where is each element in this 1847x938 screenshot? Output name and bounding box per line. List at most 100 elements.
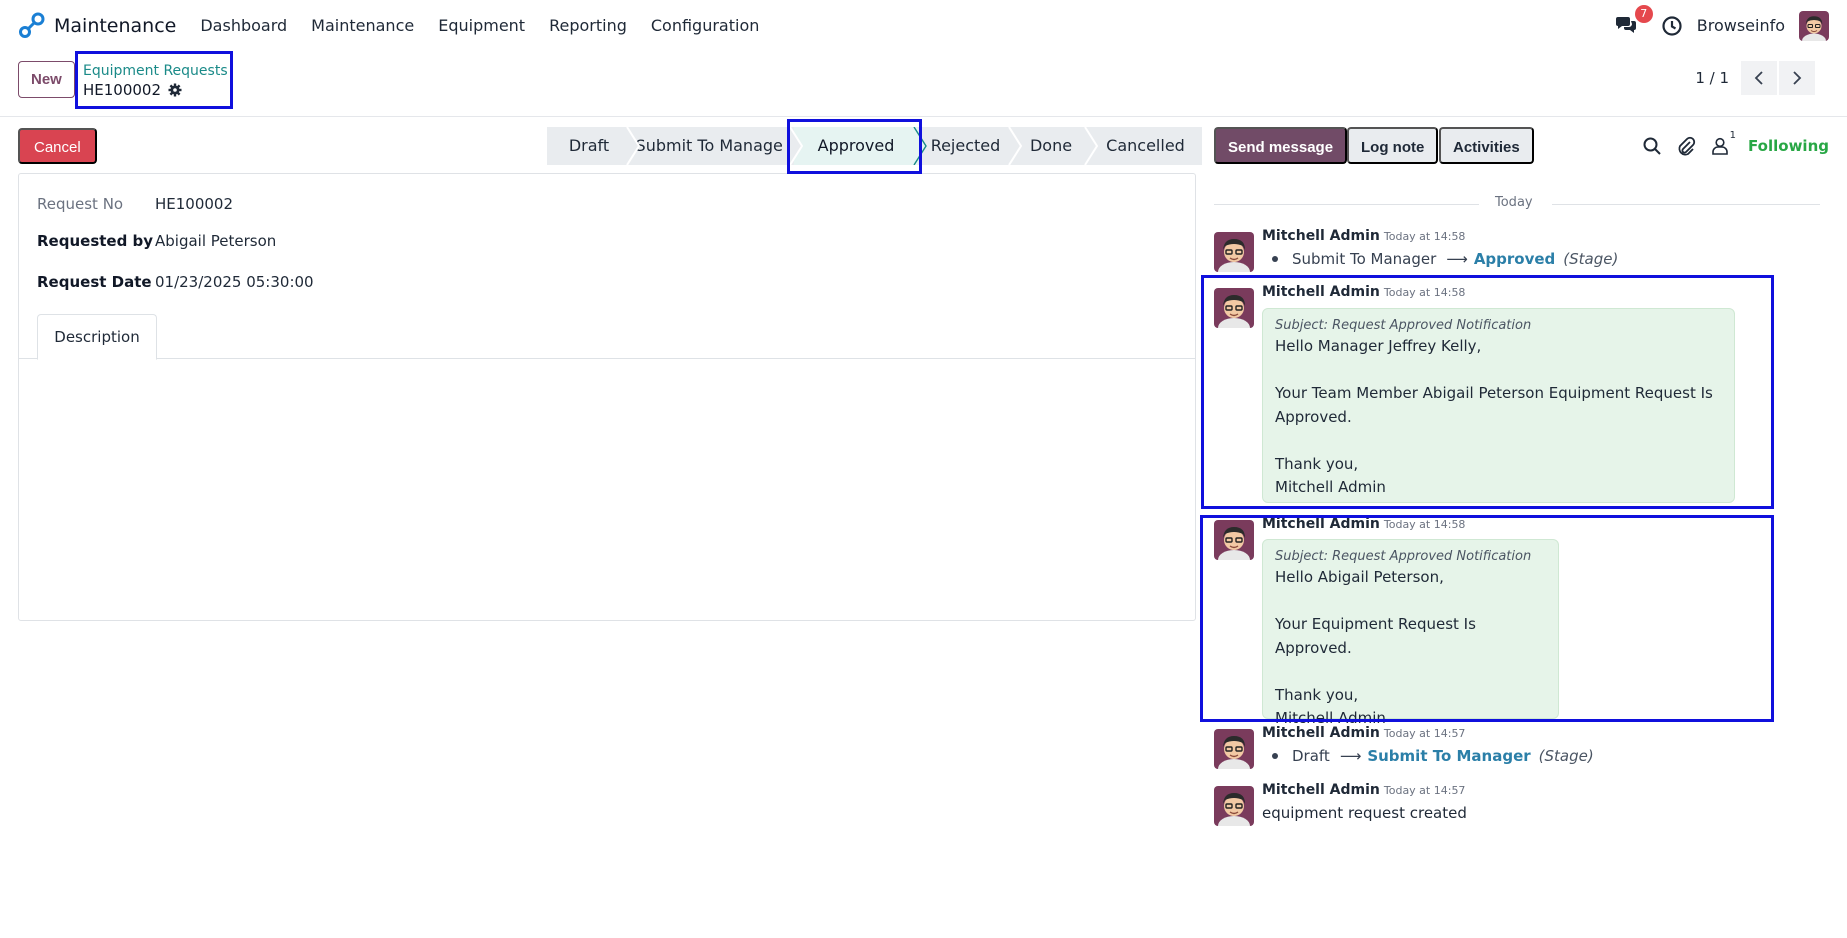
stage-rejected[interactable]: Rejected — [918, 127, 1023, 165]
author-avatar[interactable] — [1214, 729, 1254, 769]
author-avatar[interactable] — [1214, 520, 1254, 560]
message-time: Today at 14:58 — [1383, 230, 1466, 243]
menu-dashboard[interactable]: Dashboard — [200, 16, 287, 35]
paperclip-icon[interactable] — [1676, 136, 1696, 156]
user-icon — [1712, 137, 1728, 155]
stage-cancelled-label: Cancelled — [1106, 136, 1185, 155]
pager-next-button[interactable] — [1779, 61, 1815, 95]
author-avatar[interactable] — [1214, 786, 1254, 826]
tracking-old-value: Draft — [1292, 747, 1330, 765]
message-line: Mitchell Admin — [1275, 478, 1386, 496]
pager: 1 / 1 — [1695, 61, 1815, 95]
message-author: Mitchell Admin Today at 14:57 — [1262, 725, 1465, 741]
record-name: HE100002 — [83, 81, 162, 99]
author-name[interactable]: Mitchell Admin — [1262, 284, 1380, 300]
requested-by-field[interactable]: Abigail Peterson — [155, 232, 276, 250]
stage-draft-label: Draft — [568, 136, 610, 155]
day-separator: Today — [1214, 194, 1820, 214]
author-avatar[interactable] — [1214, 288, 1254, 328]
author-avatar[interactable] — [1214, 232, 1254, 272]
gear-icon[interactable] — [168, 83, 182, 97]
log-note-button[interactable]: Log note — [1347, 127, 1439, 164]
form-sheet: Request No HE100002 Requested by Abigail… — [18, 173, 1196, 621]
request-date-label: Request Date — [37, 273, 152, 291]
author-name[interactable]: Mitchell Admin — [1262, 228, 1380, 244]
menu-equipment[interactable]: Equipment — [438, 16, 525, 35]
message-author: Mitchell Admin Today at 14:58 — [1262, 228, 1465, 244]
author-name[interactable]: Mitchell Admin — [1262, 516, 1380, 532]
bullet-icon — [1272, 256, 1278, 262]
menu-configuration[interactable]: Configuration — [651, 16, 760, 35]
breadcrumb-parent-link[interactable]: Equipment Requests — [83, 63, 228, 79]
stage-draft[interactable]: Draft — [547, 127, 641, 165]
tracking-value: Draft ⟶ Submit To Manager (Stage) — [1272, 747, 1594, 765]
user-avatar-icon — [1799, 10, 1829, 41]
control-panel: New Equipment Requests HE100002 1 / 1 — [0, 51, 1847, 117]
messages-button[interactable]: 7 — [1615, 4, 1653, 39]
author-avatar-icon — [1214, 786, 1254, 826]
tracking-new-value: Approved — [1473, 250, 1556, 268]
pager-value[interactable]: 1 / 1 — [1695, 69, 1729, 87]
menu-maintenance[interactable]: Maintenance — [311, 16, 414, 35]
stage-submit-to-manager[interactable]: Submit To Manager — [631, 127, 804, 165]
message-line: Your Equipment Request Is Approved. — [1275, 615, 1476, 657]
search-icon[interactable] — [1642, 136, 1662, 156]
user-avatar[interactable] — [1799, 10, 1829, 41]
message-line: Thank you, — [1275, 685, 1359, 704]
arrow-right-icon: ⟶ — [1446, 250, 1468, 268]
author-avatar-icon — [1214, 729, 1254, 769]
stage-rejected-label: Rejected — [930, 136, 1001, 155]
requested-by-label: Requested by — [37, 232, 154, 250]
pager-previous-button[interactable] — [1741, 61, 1777, 95]
message-line: Your Team Member Abigail Peterson Equipm… — [1275, 384, 1713, 426]
stage-separator — [1079, 127, 1099, 165]
tracking-new-value: Submit To Manager — [1367, 747, 1531, 765]
activity-clock-icon[interactable] — [1661, 15, 1683, 37]
message-author: Mitchell Admin Today at 14:58 — [1262, 516, 1465, 532]
day-line-left — [1214, 204, 1479, 205]
day-label: Today — [1495, 195, 1533, 210]
breadcrumb-current: HE100002 — [83, 81, 182, 99]
stage-cancelled[interactable]: Cancelled — [1089, 127, 1202, 165]
chevron-right-icon — [1793, 71, 1802, 85]
message-author: Mitchell Admin Today at 14:57 — [1262, 782, 1465, 798]
stage-separator — [1003, 127, 1023, 165]
notification-badge: 7 — [1634, 4, 1653, 23]
stage-submit-label: Submit To Manager — [635, 136, 790, 155]
approved-stage-highlight — [787, 119, 922, 174]
tracking-field-name: (Stage) — [1563, 250, 1619, 268]
top-navbar: Maintenance Dashboard Maintenance Equipm… — [0, 0, 1847, 51]
menu-reporting[interactable]: Reporting — [549, 16, 627, 35]
message-time: Today at 14:57 — [1383, 784, 1466, 797]
author-name[interactable]: Mitchell Admin — [1262, 725, 1380, 741]
message-line: Hello Manager Jeffrey Kelly, — [1275, 337, 1482, 355]
followers-button[interactable]: 1 — [1710, 130, 1736, 156]
message-bubble: Subject: Request Approved Notification H… — [1262, 539, 1559, 727]
tracking-old-value: Submit To Manager — [1292, 250, 1437, 268]
chatter-tools: 1 Following — [1628, 130, 1829, 161]
stage-done-label: Done — [1029, 136, 1073, 155]
app-name: Maintenance — [54, 14, 177, 37]
request-date-field[interactable]: 01/23/2025 05:30:00 — [155, 273, 314, 291]
app-brand[interactable]: Maintenance — [18, 12, 176, 40]
cancel-button[interactable]: Cancel — [18, 128, 97, 164]
notebook-tabs: Description — [19, 314, 1195, 360]
following-toggle[interactable]: Following — [1748, 137, 1829, 155]
send-message-button[interactable]: Send message — [1214, 127, 1348, 164]
author-avatar-icon — [1214, 232, 1254, 272]
stage-done[interactable]: Done — [1013, 127, 1099, 165]
arrow-right-icon: ⟶ — [1339, 747, 1362, 765]
request-no-label: Request No — [37, 195, 124, 213]
author-avatar-icon — [1214, 288, 1254, 328]
follower-count: 1 — [1729, 130, 1737, 141]
activities-button[interactable]: Activities — [1439, 127, 1534, 164]
tab-description[interactable]: Description — [37, 314, 157, 360]
day-line-right — [1552, 204, 1820, 205]
company-name[interactable]: Browseinfo — [1697, 16, 1785, 35]
author-name[interactable]: Mitchell Admin — [1262, 782, 1380, 798]
tracking-value: Submit To Manager ⟶ Approved (Stage) — [1272, 250, 1618, 268]
tracking-field-name: (Stage) — [1538, 747, 1594, 765]
stage-separator — [621, 127, 641, 165]
new-button[interactable]: New — [18, 61, 75, 98]
bullet-icon — [1272, 753, 1278, 759]
